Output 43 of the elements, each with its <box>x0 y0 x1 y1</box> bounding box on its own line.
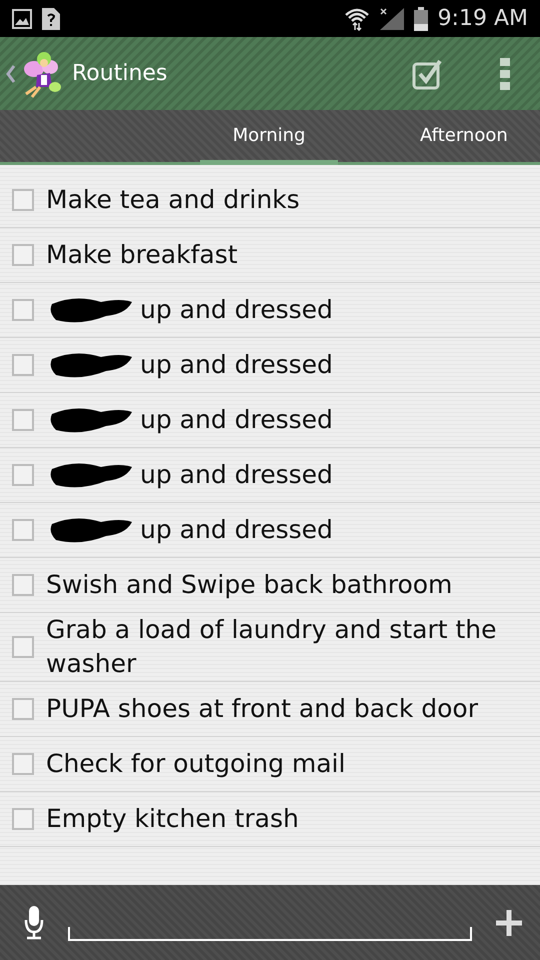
gallery-icon <box>12 8 32 28</box>
plus-icon <box>496 910 522 936</box>
checkbox[interactable] <box>12 354 34 376</box>
checkbox[interactable] <box>12 189 34 211</box>
task-label: up and dressed <box>140 459 333 492</box>
back-button[interactable] <box>6 64 16 84</box>
task-label: Make tea and drinks <box>46 184 300 216</box>
task-label: Make breakfast <box>46 239 238 272</box>
back-chevron-icon <box>6 64 16 84</box>
checkbox[interactable] <box>12 464 34 486</box>
select-all-button[interactable] <box>412 58 444 90</box>
checkbox[interactable] <box>12 409 34 431</box>
task-label: up and dressed <box>140 349 333 382</box>
app-title: Routines <box>72 61 168 86</box>
task-label: PUPA shoes at front and back door <box>46 692 478 725</box>
checkbox-tick-icon <box>412 58 444 90</box>
task-label: up and dressed <box>140 294 333 326</box>
microphone-button[interactable] <box>24 906 44 940</box>
task-label: up and dressed <box>140 514 333 546</box>
checkbox[interactable] <box>12 636 34 658</box>
signal-icon <box>380 8 404 30</box>
task-label: Check for outgoing mail <box>46 748 346 780</box>
task-label: up and dressed <box>140 404 333 436</box>
menu-button[interactable] <box>500 58 510 90</box>
new-item-field[interactable] <box>68 926 472 940</box>
checkbox[interactable] <box>12 752 34 774</box>
add-button[interactable] <box>496 910 522 936</box>
wifi-icon <box>344 6 370 30</box>
checkbox[interactable] <box>12 808 34 830</box>
tab[interactable]: Afternoon <box>338 110 514 165</box>
overflow-menu-icon <box>500 58 510 90</box>
checkbox[interactable] <box>12 574 34 596</box>
task-label: Empty kitchen trash <box>46 802 299 835</box>
microphone-icon <box>24 906 44 940</box>
checkbox[interactable] <box>12 299 34 321</box>
unknown-file-icon <box>42 8 60 30</box>
battery-icon <box>414 6 428 30</box>
checkbox[interactable] <box>12 698 34 720</box>
checkbox[interactable] <box>12 244 34 266</box>
clock-time: 9:19 AM <box>438 6 528 31</box>
task-label: Grab a load of laundry and start the washer <box>46 614 498 680</box>
task-label: Swish and Swipe back bathroom <box>46 569 452 602</box>
checkbox[interactable] <box>12 519 34 541</box>
